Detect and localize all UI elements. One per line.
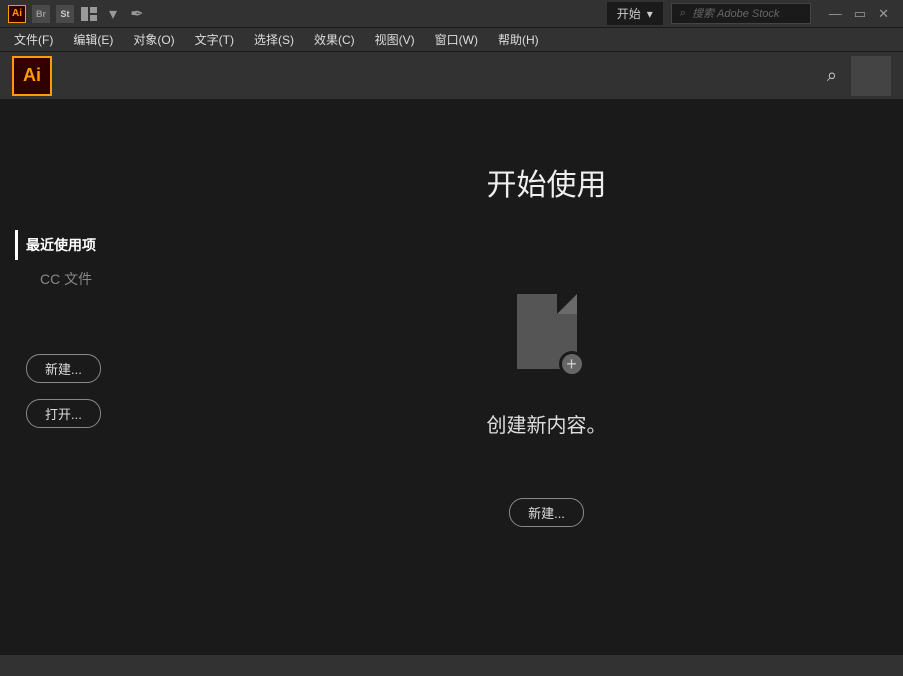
ai-logo: Ai [12,56,52,96]
panel-placeholder[interactable] [851,56,891,96]
content-area: 开始使用 + 创建新内容。 新建... [190,100,903,654]
minimize-button[interactable]: — [829,6,842,22]
search-icon[interactable]: ⌕ [827,65,837,86]
stock-search-input[interactable] [692,8,802,20]
new-button[interactable]: 新建... [26,354,101,383]
top-panel-right: ⌕ [827,56,891,96]
menu-type[interactable]: 文字(T) [185,28,244,51]
menu-window[interactable]: 窗口(W) [425,28,488,51]
ai-app-icon[interactable]: Ai [8,5,26,23]
maximize-button[interactable]: ▭ [854,6,866,22]
menu-select[interactable]: 选择(S) [244,28,304,51]
sidebar: 最近使用项 CC 文件 新建... 打开... [0,100,190,654]
top-panel: Ai ⌕ [0,52,903,100]
st-app-icon[interactable]: St [56,5,74,23]
menu-view[interactable]: 视图(V) [365,28,425,51]
search-icon: ⌕ [680,7,686,20]
open-button[interactable]: 打开... [26,399,101,428]
sidebar-item-cc-files[interactable]: CC 文件 [26,264,164,294]
page-title: 开始使用 [487,160,607,204]
menu-effect[interactable]: 效果(C) [304,28,365,51]
chevron-down-icon: ▾ [647,7,653,21]
close-button[interactable]: ✕ [878,6,889,22]
menu-edit[interactable]: 编辑(E) [63,28,123,51]
sidebar-item-recent[interactable]: 最近使用项 [15,230,164,260]
workspace-label: 开始 [617,5,641,22]
menu-help[interactable]: 帮助(H) [488,28,549,51]
stock-search-box[interactable]: ⌕ [671,3,811,24]
br-app-icon[interactable]: Br [32,5,50,23]
title-bar: Ai Br St ▾ ✒ 开始 ▾ ⌕ — ▭ ✕ [0,0,903,28]
menu-object[interactable]: 对象(O) [123,28,184,51]
new-document-icon: + [517,294,577,369]
plus-icon: + [559,351,585,377]
content-new-button[interactable]: 新建... [509,498,584,527]
menu-file[interactable]: 文件(F) [4,28,63,51]
window-controls: — ▭ ✕ [819,6,899,22]
dropdown-icon[interactable]: ▾ [104,5,122,23]
feather-icon[interactable]: ✒ [128,5,146,23]
main-area: 最近使用项 CC 文件 新建... 打开... 开始使用 + 创建新内容。 新建… [0,100,903,654]
status-bar [0,654,903,676]
app-switcher: Ai Br St ▾ ✒ [4,5,146,23]
menu-bar: 文件(F) 编辑(E) 对象(O) 文字(T) 选择(S) 效果(C) 视图(V… [0,28,903,52]
sidebar-actions: 新建... 打开... [26,354,164,428]
arrange-documents-icon[interactable] [80,5,98,23]
workspace-dropdown[interactable]: 开始 ▾ [607,2,663,25]
content-subtitle: 创建新内容。 [487,409,607,438]
